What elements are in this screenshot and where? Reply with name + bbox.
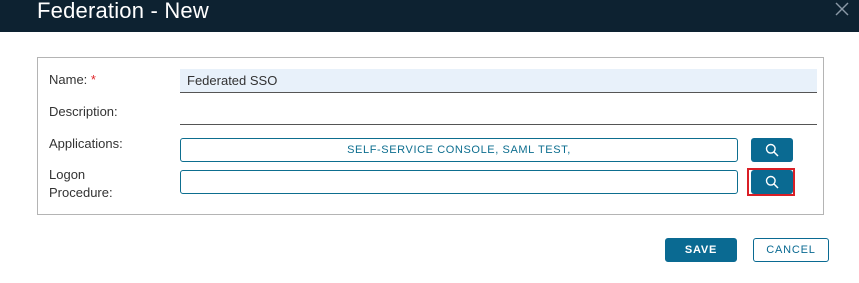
description-field[interactable] [180,101,817,125]
applications-search-button[interactable] [751,138,793,162]
applications-field[interactable]: SELF-SERVICE CONSOLE, SAML TEST, [180,138,738,162]
name-label: Name: * [49,71,96,89]
dialog-titlebar: Federation - New [0,0,859,32]
close-icon[interactable] [835,2,849,16]
logon-procedure-search-highlight [747,168,795,196]
required-marker: * [90,72,96,87]
logon-procedure-label-line2: Procedure: [49,185,113,200]
logon-procedure-label: Logon Procedure: [49,166,113,202]
save-button[interactable]: SAVE [665,238,737,262]
cancel-button[interactable]: CANCEL [753,238,829,262]
logon-procedure-label-line1: Logon [49,167,86,182]
name-label-text: Name: [49,72,88,87]
logon-procedure-field[interactable] [180,170,738,194]
description-label: Description: [49,104,118,119]
applications-label: Applications: [49,136,123,151]
search-icon [765,143,779,157]
name-field[interactable]: Federated SSO [180,69,817,93]
form-panel: Name: * Federated SSO Description: Appli… [37,57,824,215]
dialog-title: Federation - New [37,0,209,23]
